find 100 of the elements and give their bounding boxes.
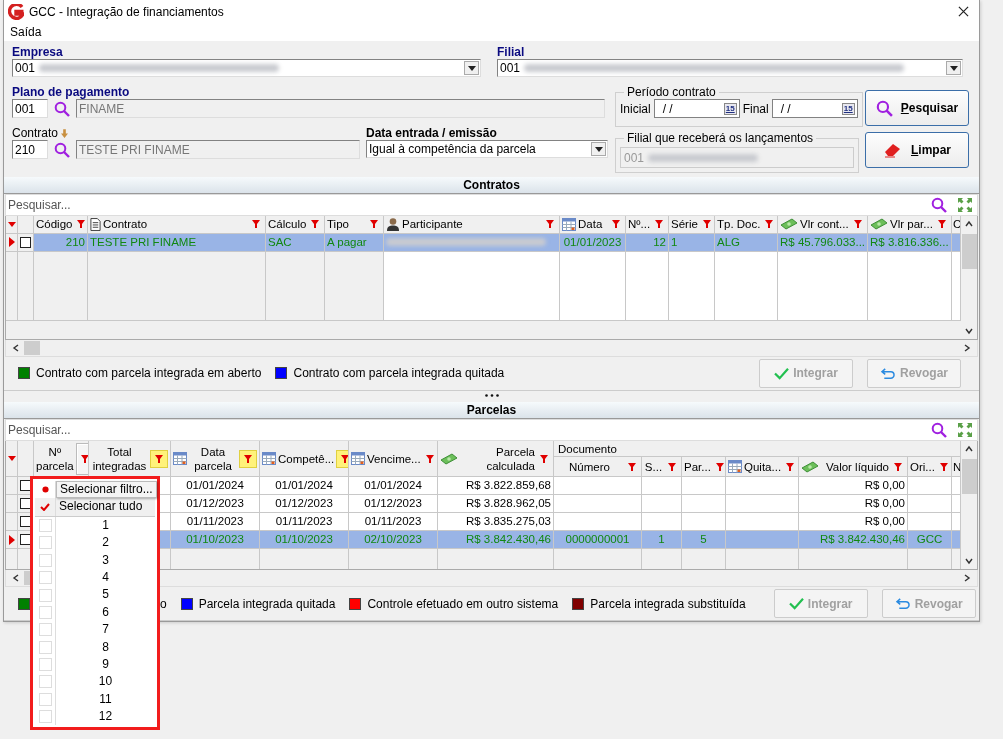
expand-icon[interactable] xyxy=(957,196,973,213)
search-icon[interactable] xyxy=(931,196,947,213)
search-icon[interactable] xyxy=(54,101,70,117)
name-field[interactable]: TESTE PRI FINAME xyxy=(76,140,360,160)
undo-arrow-icon xyxy=(880,366,896,380)
column-header[interactable]: Competê... xyxy=(260,441,349,478)
table-cell: 01/12/2023 xyxy=(275,497,333,510)
filter-icon[interactable] xyxy=(239,449,257,468)
checkbox-column-header[interactable] xyxy=(18,441,34,478)
menu-item[interactable]: Saída xyxy=(8,25,44,40)
chevron-left-icon[interactable] xyxy=(12,574,20,583)
filter-option[interactable]: 5 xyxy=(56,586,155,604)
field-label: Empresa xyxy=(12,45,64,60)
table-cell: 01/12/2023 xyxy=(186,497,244,510)
scroll-thumb[interactable] xyxy=(24,340,40,355)
legend-label: Contrato com parcela integrada quitada xyxy=(293,366,505,381)
checkbox[interactable] xyxy=(20,498,31,510)
filter-option[interactable]: 6 xyxy=(56,603,155,622)
select-filter-button[interactable]: Selecionar filtro... xyxy=(56,481,157,499)
column-header[interactable]: Total integradas xyxy=(89,441,171,478)
table-cell: 01/10/2023 xyxy=(186,533,244,546)
sort-menu-header[interactable] xyxy=(6,441,18,478)
search-icon[interactable] xyxy=(54,142,70,158)
chevron-up-icon[interactable] xyxy=(965,445,973,454)
splitter-grip-icon[interactable] xyxy=(484,393,499,397)
filter-option[interactable]: 7 xyxy=(56,621,155,639)
filter-icon[interactable] xyxy=(150,449,168,468)
calendar-icon xyxy=(728,460,742,474)
branch-dropdown[interactable]: 001 xyxy=(497,59,963,78)
column-header[interactable]: S... xyxy=(642,457,682,478)
filter-option[interactable]: 11 xyxy=(56,690,155,709)
table-cell: 01/01/2024 xyxy=(364,479,422,492)
row-selector-cell[interactable] xyxy=(6,513,18,532)
filter-option[interactable]: 9 xyxy=(56,655,155,674)
scroll-thumb[interactable] xyxy=(961,459,977,495)
row-selector-cell[interactable] xyxy=(6,531,18,550)
table-cell: R$ 0,00 xyxy=(864,479,905,492)
table-cell: 1 xyxy=(671,235,678,248)
filter-option[interactable]: 8 xyxy=(56,638,155,656)
vertical-scrollbar[interactable] xyxy=(961,441,977,570)
table-cell: 01/10/2023 xyxy=(275,533,333,546)
legend-label: Contrato com parcela integrada em aberto xyxy=(36,366,262,381)
date-picker-button[interactable]: 15 xyxy=(841,103,855,115)
filter-option[interactable]: 10 xyxy=(56,673,155,691)
document-icon xyxy=(90,217,101,231)
checkbox[interactable] xyxy=(20,534,31,546)
date-mode-dropdown[interactable]: Igual à competência da parcela xyxy=(366,140,608,159)
table-cell: 01/12/2023 xyxy=(364,497,422,510)
chevron-down-icon[interactable] xyxy=(965,557,973,566)
filter-option[interactable]: 12 xyxy=(56,708,155,726)
checkbox[interactable] xyxy=(20,516,31,528)
chevron-right-icon[interactable] xyxy=(963,343,971,352)
calendar-icon xyxy=(173,452,187,466)
search-bar[interactable]: Pesquisar... xyxy=(5,193,978,216)
column-header[interactable]: Par... xyxy=(682,457,726,478)
filter-option[interactable]: 3 xyxy=(56,551,155,569)
chevron-left-icon[interactable] xyxy=(12,343,20,352)
column-header[interactable]: Valor líquido xyxy=(799,457,908,478)
legend-label: Parcela integrada quitada xyxy=(198,596,336,611)
filter-icon[interactable] xyxy=(336,449,348,468)
search-button[interactable]: Pesquisar xyxy=(865,90,969,127)
eraser-icon xyxy=(883,142,903,159)
column-header[interactable]: Quita... xyxy=(726,457,799,478)
field-label: Final xyxy=(742,102,769,116)
column-header[interactable]: Data parcela xyxy=(171,441,260,478)
scroll-thumb[interactable] xyxy=(961,233,977,269)
filter-icon[interactable] xyxy=(75,442,88,475)
name-field[interactable]: FINAME xyxy=(76,99,605,119)
chevron-down-icon[interactable] xyxy=(965,326,973,335)
checkbox[interactable] xyxy=(20,480,31,492)
table-cell: R$ 3.816.336... xyxy=(870,235,949,248)
date-field[interactable]: / / 15 xyxy=(771,99,858,119)
row-selector-cell[interactable] xyxy=(6,477,18,496)
vertical-scrollbar[interactable] xyxy=(961,215,977,339)
date-picker-button[interactable]: 15 xyxy=(723,103,737,115)
search-bar[interactable]: Pesquisar... xyxy=(5,419,978,442)
filter-option[interactable]: 4 xyxy=(56,568,155,587)
code-field[interactable]: 001 xyxy=(12,99,48,119)
row-selector-cell[interactable] xyxy=(6,495,18,514)
table-cell: 01/01/2023 xyxy=(563,235,622,248)
column-header[interactable]: Ori... xyxy=(908,457,952,478)
date-field[interactable]: / / 15 xyxy=(653,99,740,119)
undo-arrow-icon xyxy=(894,597,911,611)
code-field[interactable]: 210 xyxy=(12,140,48,160)
checkbox[interactable] xyxy=(20,236,31,248)
group-label: Período contrato xyxy=(626,85,717,100)
chevron-right-icon[interactable] xyxy=(963,574,971,583)
company-dropdown[interactable]: 001 xyxy=(12,59,481,78)
clear-button[interactable]: Limpar xyxy=(865,132,969,169)
table-cell: 01/11/2023 xyxy=(275,515,333,528)
column-header[interactable]: Número xyxy=(554,457,642,478)
filter-option[interactable]: 2 xyxy=(56,534,155,552)
column-header[interactable]: Vencime... xyxy=(349,441,438,478)
chevron-up-icon[interactable] xyxy=(965,219,973,228)
field-label: Inicial xyxy=(620,102,651,116)
column-header[interactable]: Parcela calculada xyxy=(438,441,554,478)
search-icon[interactable] xyxy=(931,422,947,439)
expand-icon[interactable] xyxy=(957,422,973,439)
column-header[interactable]: Nº parcela xyxy=(34,441,89,478)
close-icon[interactable] xyxy=(958,6,969,18)
